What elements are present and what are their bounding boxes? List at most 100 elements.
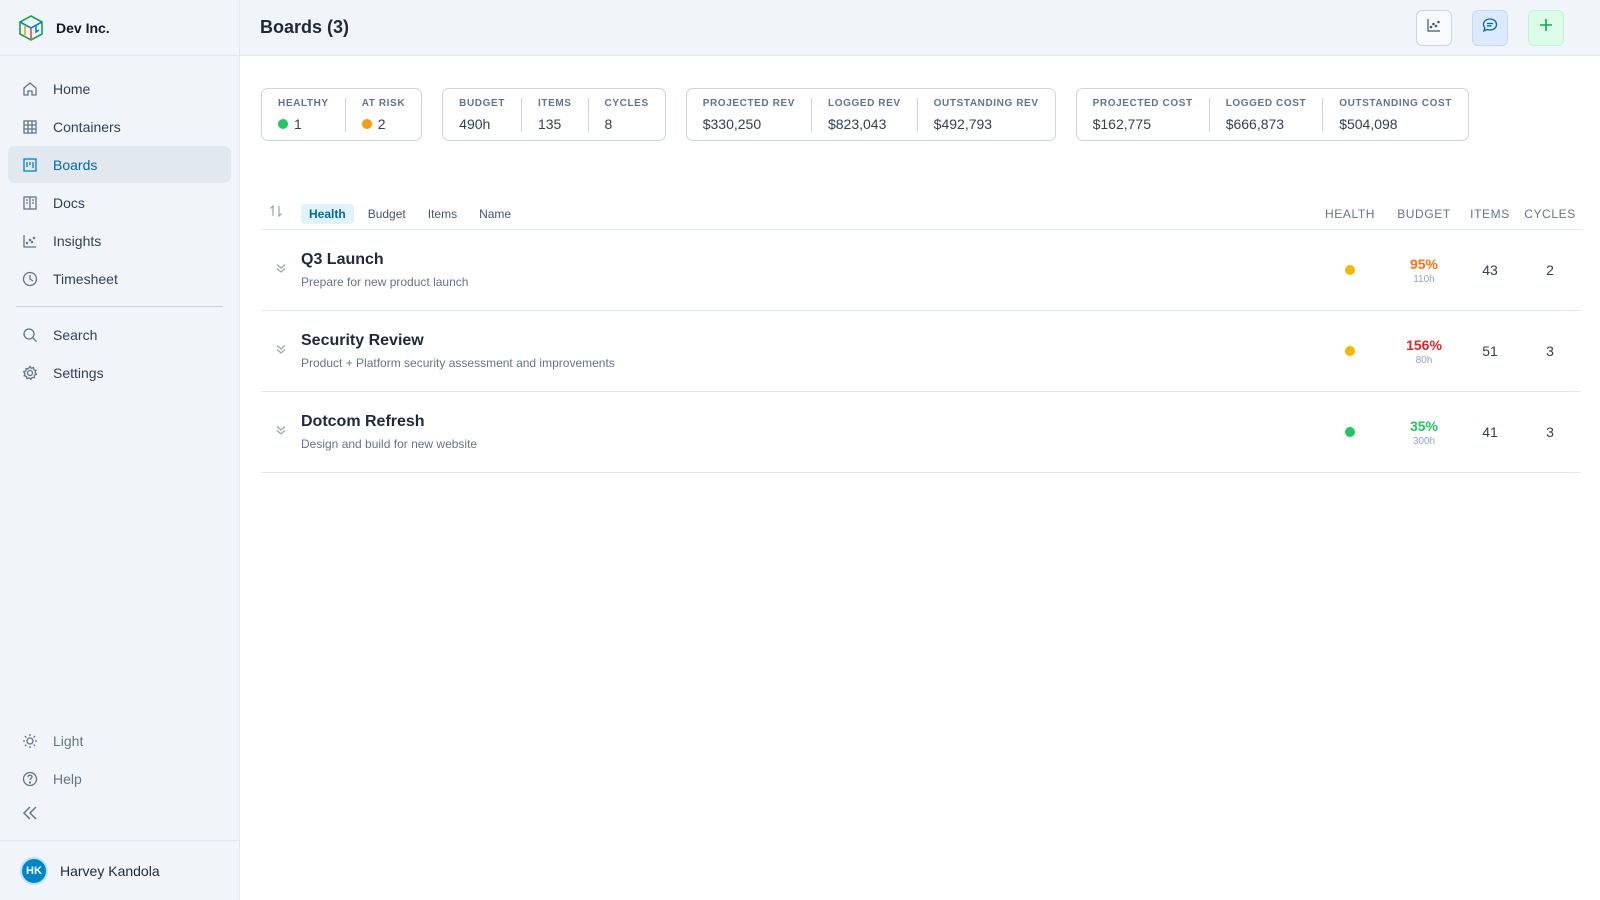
column-headers: HEALTH BUDGET ITEMS CYCLES [1313, 207, 1581, 221]
expand-row-button[interactable] [269, 342, 293, 361]
user-profile[interactable]: HK Harvey Kandola [0, 840, 239, 900]
sort-tab-name[interactable]: Name [471, 204, 519, 224]
book-icon [21, 194, 39, 212]
help-icon [21, 770, 39, 788]
insights-button[interactable] [1416, 9, 1452, 46]
sort-tab-health[interactable]: Health [301, 203, 354, 224]
sun-icon [21, 732, 39, 750]
logged-rev-stat: Logged Rev $823,043 [810, 97, 917, 132]
board-name[interactable]: Q3 Launch [301, 251, 468, 269]
double-chevron-down-icon [274, 423, 288, 442]
sidebar-item-search[interactable]: Search [8, 316, 231, 353]
at-risk-dot-icon [361, 118, 372, 129]
sidebar-item-label: Boards [53, 156, 98, 173]
sort-tabs: Health Budget Items Name [301, 203, 519, 224]
sort-direction-toggle[interactable] [269, 204, 293, 223]
stat-label: Logged Cost [1225, 97, 1307, 109]
health-dot-icon [1345, 265, 1355, 275]
add-board-button[interactable] [1528, 9, 1564, 46]
budget-hours: 80h [1415, 354, 1433, 366]
stat-label: Budget [459, 97, 505, 109]
sidebar-item-docs[interactable]: Docs [8, 184, 231, 221]
row-cells: 95% 110h 43 2 [1313, 256, 1581, 285]
items-cell: 43 [1482, 262, 1498, 278]
budget-percent: 35% [1409, 417, 1439, 434]
user-name: Harvey Kandola [60, 862, 160, 879]
stat-value: 490h [459, 115, 491, 132]
table-row[interactable]: Q3 Launch Prepare for new product launch… [261, 230, 1581, 311]
board-name[interactable]: Security Review [301, 332, 615, 350]
sidebar-item-containers[interactable]: Containers [8, 108, 231, 145]
health-dot-icon [1345, 427, 1355, 437]
budget-cell: 35% 300h [1387, 418, 1461, 447]
collapse-sidebar-button[interactable] [8, 798, 231, 832]
sidebar-item-label: Help [53, 770, 82, 787]
comments-button[interactable] [1472, 9, 1508, 46]
column-header-budget: BUDGET [1397, 206, 1451, 221]
budget-percent: 156% [1406, 336, 1442, 353]
cycles-cell: 3 [1546, 424, 1554, 440]
items-cell: 41 [1482, 424, 1498, 440]
outstanding-cost-stat: Outstanding Cost $504,098 [1322, 97, 1468, 132]
sidebar-item-insights[interactable]: Insights [8, 222, 231, 259]
sort-arrows-icon [269, 204, 283, 223]
projected-rev-stat: Projected Rev $330,250 [687, 98, 811, 132]
stat-label: Outstanding Rev [933, 97, 1039, 109]
stat-label: Projected Rev [702, 97, 795, 109]
expand-row-button[interactable] [269, 423, 293, 442]
board-info: Dotcom Refresh Design and build for new … [301, 413, 477, 451]
stat-value: 1 [278, 116, 329, 132]
sort-tab-items[interactable]: Items [420, 204, 465, 224]
sidebar-item-label: Docs [53, 194, 85, 211]
row-cells: 156% 80h 51 3 [1313, 337, 1581, 366]
sidebar-bottom: Light Help [0, 722, 239, 840]
double-chevron-down-icon [274, 261, 288, 280]
healthy-dot-icon [278, 118, 288, 129]
page-title: Boards (3) [260, 17, 350, 37]
brand[interactable]: Dev Inc. [0, 0, 239, 56]
stat-label: Cycles [604, 97, 649, 109]
theme-toggle[interactable]: Light [8, 722, 231, 759]
sidebar-item-boards[interactable]: Boards [8, 146, 231, 183]
avatar: HK [20, 856, 48, 885]
stat-value: $330,250 [702, 115, 762, 132]
board-description: Design and build for new website [301, 437, 478, 451]
column-header-health: HEALTH [1324, 206, 1376, 221]
cycles-cell: 3 [1546, 343, 1554, 359]
cycles-stat: Cycles 8 [587, 97, 665, 132]
stat-value: $666,873 [1225, 115, 1285, 132]
board-info: Security Review Product + Platform secur… [301, 332, 615, 370]
sort-tab-budget[interactable]: Budget [360, 204, 414, 224]
sidebar-item-label: Containers [53, 118, 121, 135]
budget-cell: 156% 80h [1387, 337, 1461, 366]
row-cells: 35% 300h 41 3 [1313, 418, 1581, 447]
budget-hours: 110h [1413, 273, 1435, 285]
header-actions [1416, 9, 1564, 46]
gear-icon [21, 364, 39, 382]
sidebar-item-label: Settings [53, 364, 104, 381]
stat-value: $492,793 [933, 115, 993, 132]
sidebar-item-settings[interactable]: Settings [8, 354, 231, 391]
plus-icon [1538, 17, 1554, 38]
table-header: Health Budget Items Name HEALTH BUDGET I… [261, 198, 1581, 230]
expand-row-button[interactable] [269, 261, 293, 280]
stat-label: Items [537, 97, 572, 109]
sidebar-item-home[interactable]: Home [8, 70, 231, 107]
cost-stats: Projected Cost $162,775 Logged Cost $666… [1075, 88, 1469, 141]
sidebar-item-label: Search [53, 326, 98, 343]
sidebar-item-help[interactable]: Help [8, 760, 231, 797]
board-name[interactable]: Dotcom Refresh [301, 413, 477, 431]
projected-cost-stat: Projected Cost $162,775 [1077, 98, 1209, 132]
sidebar-item-timesheet[interactable]: Timesheet [8, 260, 231, 297]
budget-hours: 300h [1412, 435, 1436, 447]
grid-icon [21, 118, 39, 136]
revenue-stats: Projected Rev $330,250 Logged Rev $823,0… [685, 88, 1056, 141]
stat-label: At Risk [361, 97, 406, 109]
page-header: Boards (3) [240, 0, 1600, 56]
boards-table: Health Budget Items Name HEALTH BUDGET I… [261, 198, 1581, 473]
stat-label: Healthy [278, 97, 329, 109]
org-name: Dev Inc. [56, 19, 110, 36]
healthy-stat: Healthy 1 [262, 98, 345, 132]
table-row[interactable]: Dotcom Refresh Design and build for new … [261, 392, 1581, 473]
table-row[interactable]: Security Review Product + Platform secur… [261, 311, 1581, 392]
